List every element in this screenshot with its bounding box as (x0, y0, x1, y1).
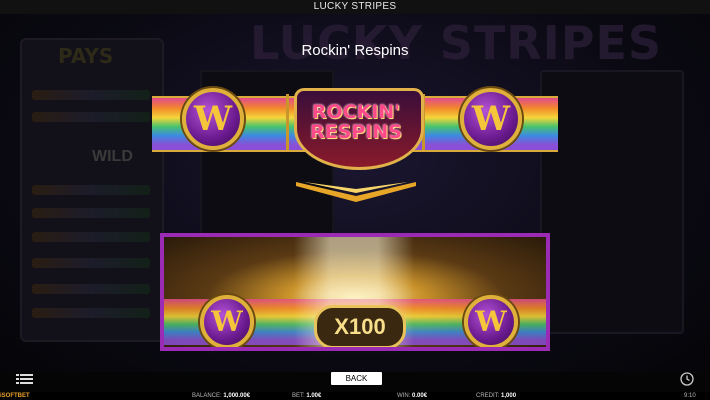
credit-label: CREDIT: (476, 393, 500, 399)
popup-title: Rockin' Respins (301, 42, 409, 59)
window-title: LUCKY STRIPES (0, 0, 710, 14)
back-button[interactable]: BACK (331, 372, 382, 385)
background-reel (540, 70, 684, 334)
wild-coin-icon: W (464, 295, 518, 347)
clock: 9:10 (684, 393, 696, 399)
wild-coin-icon: W (460, 88, 522, 150)
paytable-row (32, 112, 150, 122)
multiplier-badge: X100 (314, 305, 406, 347)
status-bar (0, 392, 710, 400)
paytable-row (32, 258, 150, 268)
paytable-row (32, 232, 150, 242)
reel-preview: W W X100 (160, 233, 550, 351)
logo-line2: RESPINS (310, 121, 402, 143)
credit-value: 1,000 (501, 393, 517, 399)
wild-coin-icon: W (182, 88, 244, 150)
paytable-row (32, 308, 150, 318)
paytable-wild-label: WILD (92, 148, 133, 165)
balance-display: BALANCE: 1,000.00€ (192, 392, 250, 400)
win-label: WIN: (397, 393, 411, 399)
paytable-row (32, 185, 150, 195)
paytable-row (32, 208, 150, 218)
paytable-row (32, 90, 150, 100)
balance-label: BALANCE: (192, 393, 222, 399)
chevron-down-icon (296, 182, 416, 202)
bet-display: BET: 1.00€ (292, 392, 321, 400)
bet-value: 1.00€ (306, 393, 322, 399)
credit-display: CREDIT: 1,000 (476, 392, 516, 400)
balance-value: 1,000.00€ (223, 393, 251, 399)
brand-logo: iSOFTBET (0, 393, 30, 399)
wild-coin-icon: W (200, 295, 254, 347)
bet-label: BET: (292, 393, 305, 399)
logo-line1: ROCKIN' (311, 101, 401, 123)
win-display: WIN: 0.00€ (397, 392, 427, 400)
paytable-row (32, 284, 150, 294)
history-icon[interactable] (680, 372, 694, 386)
menu-icon[interactable] (16, 373, 33, 385)
band-divider (286, 94, 289, 150)
win-value: 0.00€ (412, 393, 428, 399)
